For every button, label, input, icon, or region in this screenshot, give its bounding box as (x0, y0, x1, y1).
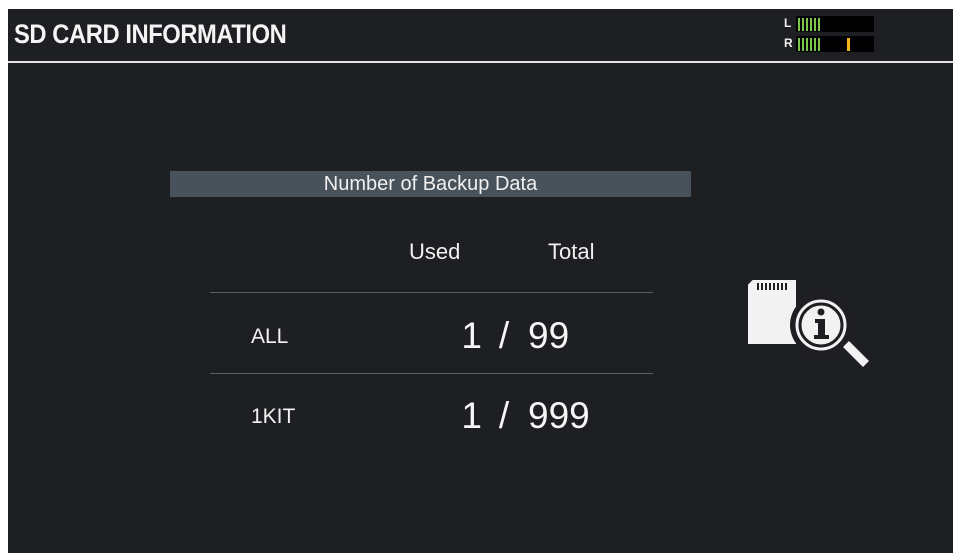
meter-row-left: L (784, 15, 876, 33)
divider (210, 373, 653, 374)
row-label-all: ALL (251, 325, 289, 348)
meter-segment (798, 18, 800, 31)
meter-track-right (796, 36, 874, 52)
sd-card-info-icon (745, 273, 877, 373)
meter-segment (806, 18, 808, 31)
meter-segment (802, 38, 804, 51)
meter-label-right: R (784, 36, 793, 50)
meter-segment (806, 38, 808, 51)
meter-segment (810, 18, 812, 31)
meter-segment (810, 38, 812, 51)
separator-all: / (498, 315, 510, 356)
meter-row-right: R (784, 35, 876, 53)
used-count-1kit: 1 (461, 395, 482, 436)
meter-peak-indicator (847, 38, 850, 51)
total-count-1kit: 999 (528, 395, 590, 436)
column-header-used: Used (409, 239, 461, 264)
meter-track-left (796, 16, 874, 32)
meter-segment (814, 38, 816, 51)
divider (210, 292, 653, 293)
meter-segment (802, 18, 804, 31)
meter-segment (814, 18, 816, 31)
level-meter: L R (784, 13, 876, 55)
row-label-1kit: 1KIT (251, 405, 296, 428)
meter-segment (818, 38, 820, 51)
page-title: SD CARD INFORMATION (14, 19, 287, 49)
total-count-all: 99 (528, 315, 570, 356)
meter-label-left: L (784, 16, 792, 30)
separator-1kit: / (498, 395, 510, 436)
sd-card-information-screen: SD CARD INFORMATION L R Number of Backup… (8, 9, 953, 553)
used-count-all: 1 (461, 315, 482, 356)
column-header-total: Total (548, 239, 595, 264)
meter-segment (798, 38, 800, 51)
backup-data-heading: Number of Backup Data (170, 171, 691, 197)
meter-segment (818, 18, 820, 31)
header-bar: SD CARD INFORMATION L R (8, 9, 953, 63)
